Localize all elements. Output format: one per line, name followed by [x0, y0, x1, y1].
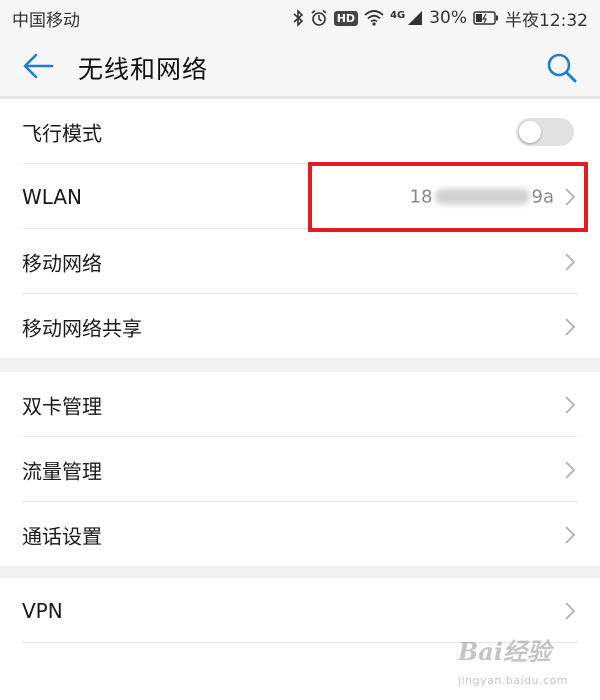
carrier-label: 中国移动	[12, 10, 80, 31]
tethering-label: 移动网络共享	[22, 316, 142, 340]
title-bar: 无线和网络	[0, 36, 600, 96]
privacy-blur	[434, 188, 530, 205]
battery-icon	[473, 11, 498, 25]
bluetooth-icon	[293, 9, 303, 27]
call-settings-label: 通话设置	[22, 524, 102, 548]
chevron-right-icon	[565, 525, 576, 544]
mobile-network-row[interactable]: 移动网络	[0, 229, 600, 294]
hd-icon: HD	[333, 10, 359, 26]
chevron-right-icon	[565, 460, 576, 479]
chevron-right-icon	[565, 601, 576, 620]
watermark-subtext: jingyan.baidu.com	[458, 674, 569, 687]
watermark-text: Bai经验	[458, 637, 551, 666]
dual-sim-label: 双卡管理	[22, 394, 102, 418]
wlan-row[interactable]: WLAN 18 9a	[0, 164, 600, 229]
wlan-label: WLAN	[22, 184, 83, 209]
call-settings-row[interactable]: 通话设置	[0, 502, 600, 567]
wlan-name-prefix: 18	[409, 186, 433, 207]
airplane-mode-toggle[interactable]	[516, 117, 574, 146]
data-usage-row[interactable]: 流量管理	[0, 437, 600, 502]
status-icons: HD 4G 30% 半夜12:32	[292, 6, 588, 31]
dual-sim-row[interactable]: 双卡管理	[0, 372, 600, 437]
battery-percent: 30%	[429, 8, 467, 28]
watermark-logo: Bai经验 jingyan.baidu.com	[458, 630, 598, 696]
wlan-name-suffix: 9a	[531, 186, 554, 207]
vpn-label: VPN	[22, 598, 63, 623]
mobile-network-label: 移动网络	[22, 251, 102, 275]
clock-label: 半夜12:32	[505, 10, 588, 31]
signal-icon	[408, 11, 423, 25]
data-usage-label: 流量管理	[22, 459, 102, 483]
toggle-knob	[519, 120, 541, 143]
chevron-right-icon	[565, 252, 576, 271]
settings-group-network: 飞行模式 WLAN 18 9a 移动网络 移动网络共享	[0, 99, 600, 358]
airplane-mode-row[interactable]: 飞行模式	[0, 99, 600, 164]
back-arrow-icon[interactable]	[22, 52, 54, 80]
chevron-right-icon	[565, 395, 576, 414]
settings-group-sim: 双卡管理 流量管理 通话设置	[0, 372, 600, 566]
status-bar: 中国移动 HD 4G 30% 半夜12:32	[0, 0, 600, 36]
wlan-network-name: 18 9a	[410, 186, 554, 207]
airplane-mode-label: 飞行模式	[22, 121, 102, 145]
network-type-label: 4G	[390, 9, 406, 21]
wifi-icon	[364, 10, 384, 26]
search-icon[interactable]	[544, 50, 578, 84]
alarm-icon	[311, 9, 327, 26]
chevron-right-icon	[565, 317, 576, 336]
chevron-right-icon	[565, 187, 576, 206]
page-title: 无线和网络	[78, 55, 209, 84]
tethering-row[interactable]: 移动网络共享	[0, 294, 600, 359]
